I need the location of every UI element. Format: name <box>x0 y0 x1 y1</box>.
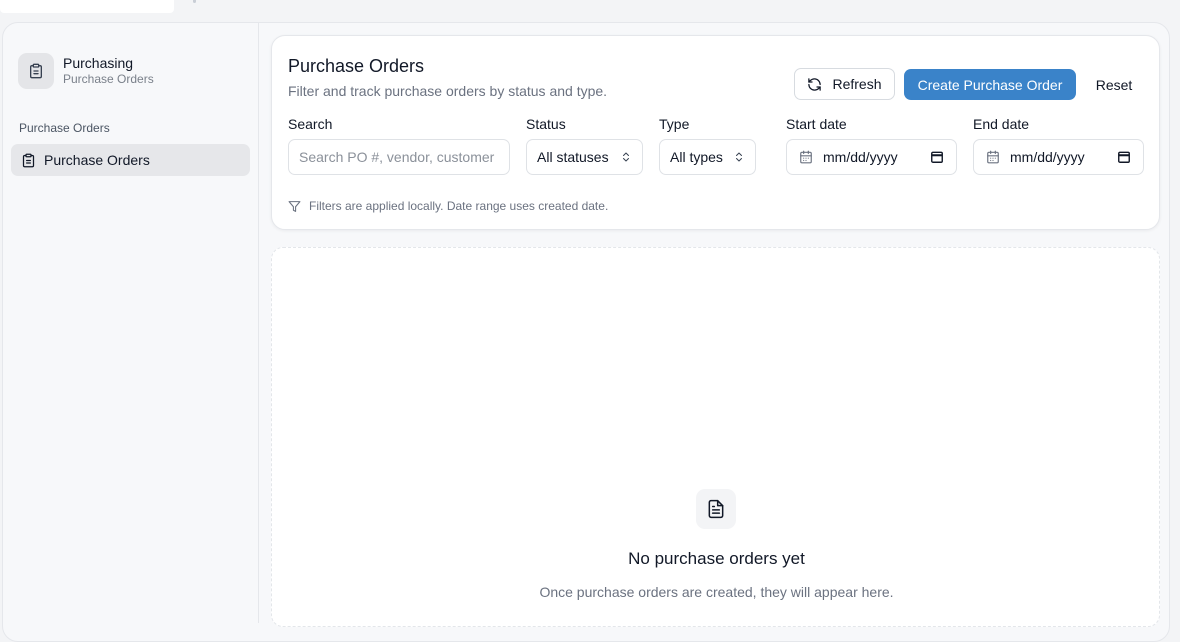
refresh-button[interactable]: Refresh <box>794 68 895 100</box>
chevron-up-down-icon <box>620 151 632 163</box>
sidebar-brand: Purchasing Purchase Orders <box>18 53 154 89</box>
refresh-icon <box>807 77 822 92</box>
start-date-label: Start date <box>786 116 847 132</box>
filter-card: Purchase Orders Filter and track purchas… <box>271 35 1160 230</box>
status-label: Status <box>526 116 566 132</box>
type-select-value: All types <box>670 149 723 165</box>
chevron-up-down-icon <box>733 151 745 163</box>
calendar-icon <box>986 150 1000 164</box>
empty-state-panel: No purchase orders yet Once purchase ord… <box>271 247 1160 627</box>
page-title: Purchase Orders <box>288 56 425 76</box>
calendar-picker-icon[interactable] <box>1117 150 1131 164</box>
end-date-label: End date <box>973 116 1030 132</box>
filter-hint: Filters are applied locally. Date range … <box>288 199 608 213</box>
calendar-picker-icon[interactable] <box>930 150 944 164</box>
sidebar: Purchasing Purchase Orders Purchase Orde… <box>3 23 259 623</box>
start-date-input[interactable]: mm/dd/yyyy <box>786 139 957 175</box>
type-label: Type <box>659 116 690 132</box>
search-label: Search <box>288 116 333 132</box>
sidebar-section-label: Purchase Orders <box>19 121 110 135</box>
status-select[interactable]: All statuses <box>526 139 643 175</box>
search-field <box>288 139 510 175</box>
brand-subtitle: Purchase Orders <box>63 72 154 86</box>
empty-state-subtitle: Once purchase orders are created, they w… <box>539 584 894 600</box>
app-window: Purchasing Purchase Orders Purchase Orde… <box>2 22 1170 642</box>
search-input[interactable] <box>289 140 509 174</box>
end-date-value: mm/dd/yyyy <box>1010 149 1085 165</box>
reset-button[interactable]: Reset <box>1084 69 1144 100</box>
start-date-value: mm/dd/yyyy <box>823 149 898 165</box>
clipboard-icon <box>18 53 54 89</box>
filter-icon <box>288 200 301 213</box>
end-date-input[interactable]: mm/dd/yyyy <box>973 139 1144 175</box>
empty-state-title: No purchase orders yet <box>628 549 805 568</box>
browser-tab-strip <box>0 0 1180 14</box>
clipboard-icon <box>21 153 36 168</box>
type-select[interactable]: All types <box>659 139 756 175</box>
sidebar-item-purchase-orders[interactable]: Purchase Orders <box>11 144 250 176</box>
refresh-button-label: Refresh <box>832 76 882 92</box>
sidebar-item-label: Purchase Orders <box>44 152 150 168</box>
browser-tab[interactable] <box>0 0 174 13</box>
filter-hint-text: Filters are applied locally. Date range … <box>309 199 609 213</box>
tab-separator <box>193 0 196 3</box>
create-purchase-order-button[interactable]: Create Purchase Order <box>904 69 1076 100</box>
page-subtitle: Filter and track purchase orders by stat… <box>288 83 608 99</box>
calendar-icon <box>799 150 813 164</box>
document-icon <box>696 489 736 529</box>
status-select-value: All statuses <box>537 149 609 165</box>
brand-title: Purchasing <box>63 55 134 71</box>
